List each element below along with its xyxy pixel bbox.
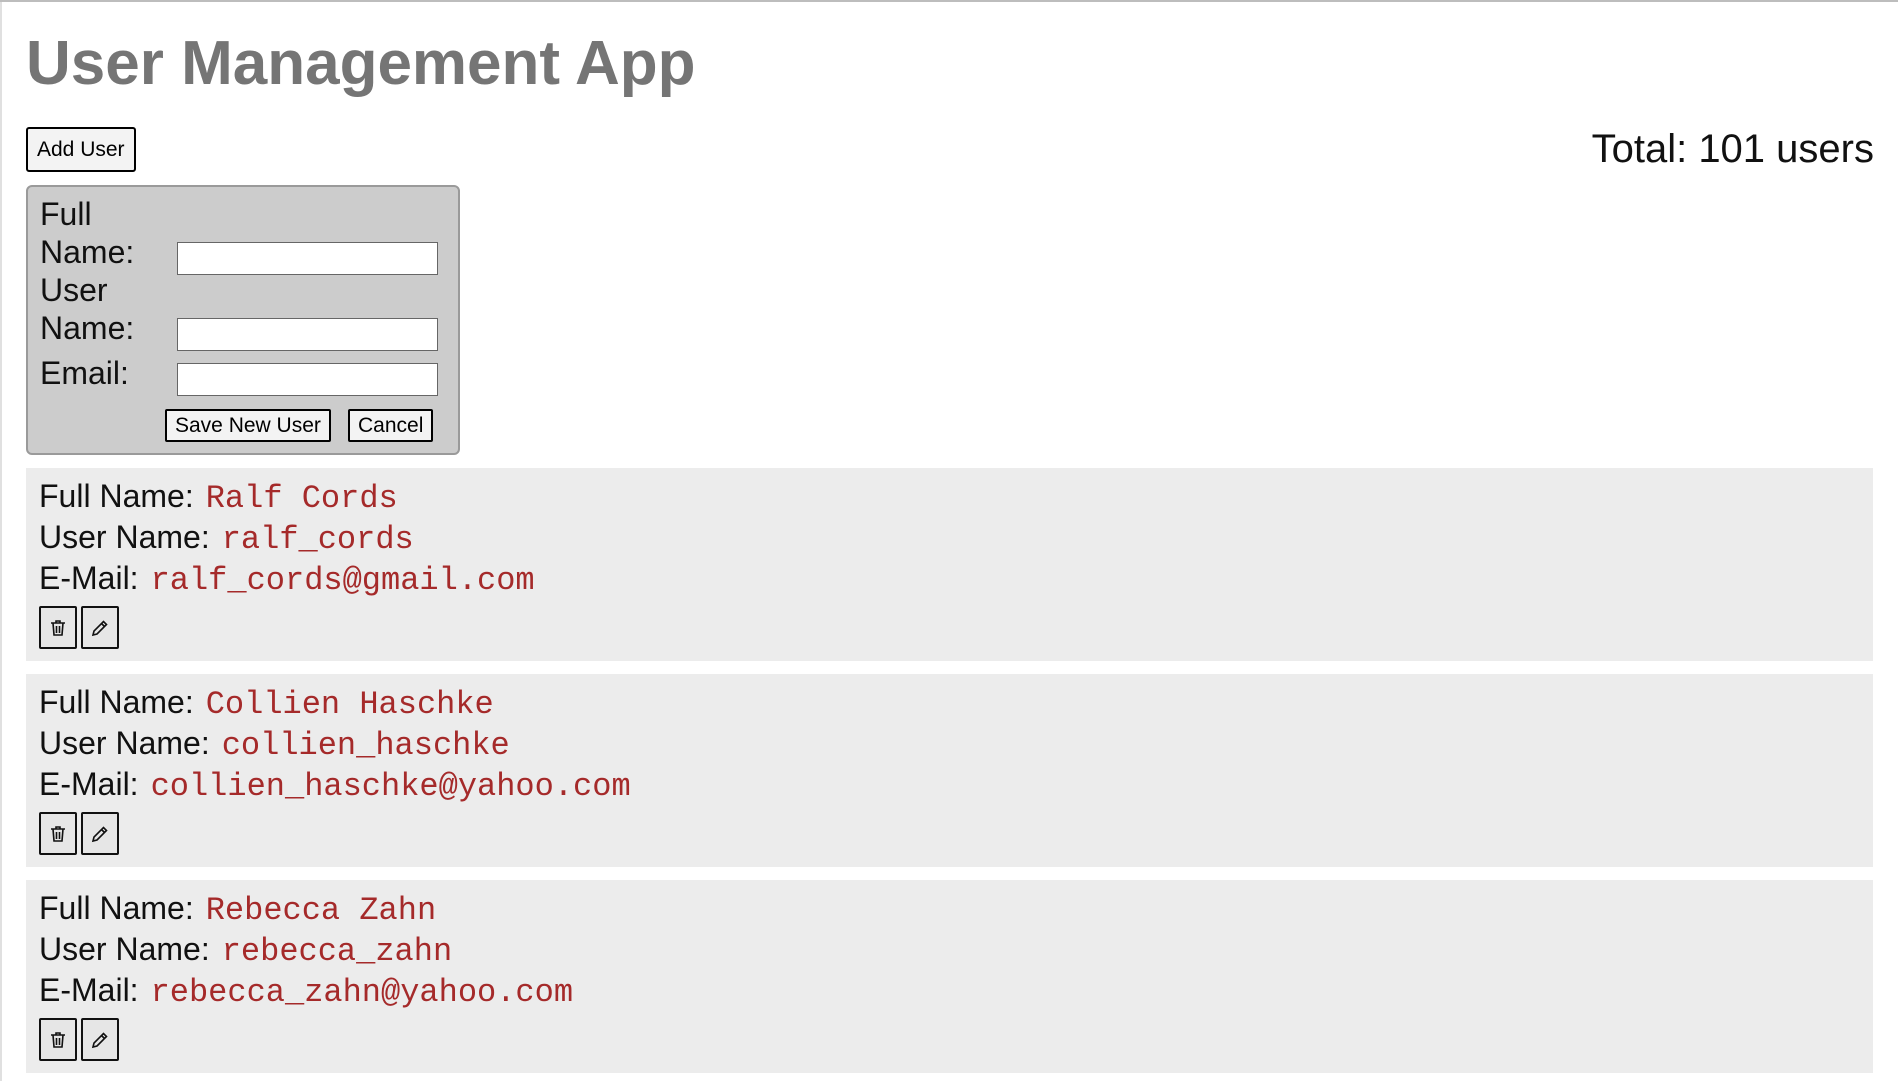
add-user-button[interactable]: Add User <box>26 127 136 172</box>
user-name-row: User Name: collien_haschke <box>39 723 510 766</box>
email-row: E-Mail: ralf_cords@gmail.com <box>39 558 535 601</box>
edit-user-button[interactable] <box>81 1018 119 1061</box>
full-name-row: Full Name: Rebecca Zahn <box>39 888 436 931</box>
full-name-label: Full Name: <box>40 196 135 270</box>
user-card: Full Name: Rebecca Zahn User Name: rebecca… <box>26 880 1873 1073</box>
user-name-label: User Name: <box>40 272 135 346</box>
email-row: E-Mail: collien_haschke@yahoo.com <box>39 764 631 807</box>
pencil-icon <box>91 1031 108 1048</box>
user-name-value: ralf_cords <box>221 521 414 558</box>
full-name-value: Rebecca Zahn <box>205 892 437 929</box>
delete-user-button[interactable] <box>39 1018 77 1061</box>
full-name-input[interactable] <box>177 242 438 275</box>
pencil-icon <box>91 825 108 842</box>
email-label: E-Mail: <box>39 972 139 1008</box>
user-card: Full Name: Collien Haschke User Name: coll… <box>26 674 1873 867</box>
user-name-value: rebecca_zahn <box>221 933 453 970</box>
add-user-form: Full Name: User Name: Email: Save New Us… <box>26 185 460 455</box>
page: User Management App Add User Total: 101 … <box>0 0 1898 1081</box>
save-new-user-button[interactable]: Save New User <box>165 409 331 442</box>
email-row: E-Mail: rebecca_zahn@yahoo.com <box>39 970 573 1013</box>
trash-icon <box>51 825 65 842</box>
email-value: collien_haschke@yahoo.com <box>150 768 631 805</box>
trash-icon <box>51 1031 65 1048</box>
delete-user-button[interactable] <box>39 812 77 855</box>
user-name-value: collien_haschke <box>221 727 510 764</box>
email-label: Email: <box>40 355 129 391</box>
user-name-label: User Name: <box>39 725 210 761</box>
user-name-row: User Name: ralf_cords <box>39 517 414 560</box>
user-name-row: User Name: rebecca_zahn <box>39 929 452 972</box>
email-input[interactable] <box>177 363 438 396</box>
full-name-row: Full Name: Collien Haschke <box>39 682 494 725</box>
delete-user-button[interactable] <box>39 606 77 649</box>
full-name-value: Ralf Cords <box>205 480 398 517</box>
total-suffix: users <box>1765 127 1874 171</box>
total-count-value: 101 <box>1698 127 1766 171</box>
pencil-icon <box>91 619 108 636</box>
full-name-value: Collien Haschke <box>205 686 494 723</box>
full-name-label: Full Name: <box>39 890 194 926</box>
email-value: ralf_cords@gmail.com <box>150 562 535 599</box>
total-users-count: Total: 101 users <box>1592 125 1874 173</box>
email-value: rebecca_zahn@yahoo.com <box>150 974 574 1011</box>
email-label: E-Mail: <box>39 766 139 802</box>
edit-user-button[interactable] <box>81 606 119 649</box>
page-title: User Management App <box>26 29 696 98</box>
cancel-button[interactable]: Cancel <box>348 409 434 442</box>
window-left-edge <box>0 2 2 1081</box>
edit-user-button[interactable] <box>81 812 119 855</box>
full-name-label: Full Name: <box>39 478 194 514</box>
email-label: E-Mail: <box>39 560 139 596</box>
user-name-label: User Name: <box>39 519 210 555</box>
user-card: Full Name: Ralf Cords User Name: ralf_cord… <box>26 468 1873 661</box>
full-name-label: Full Name: <box>39 684 194 720</box>
user-name-label: User Name: <box>39 931 210 967</box>
full-name-row: Full Name: Ralf Cords <box>39 476 398 519</box>
trash-icon <box>51 619 65 636</box>
user-name-input[interactable] <box>177 318 438 351</box>
total-prefix: Total: <box>1591 127 1699 171</box>
